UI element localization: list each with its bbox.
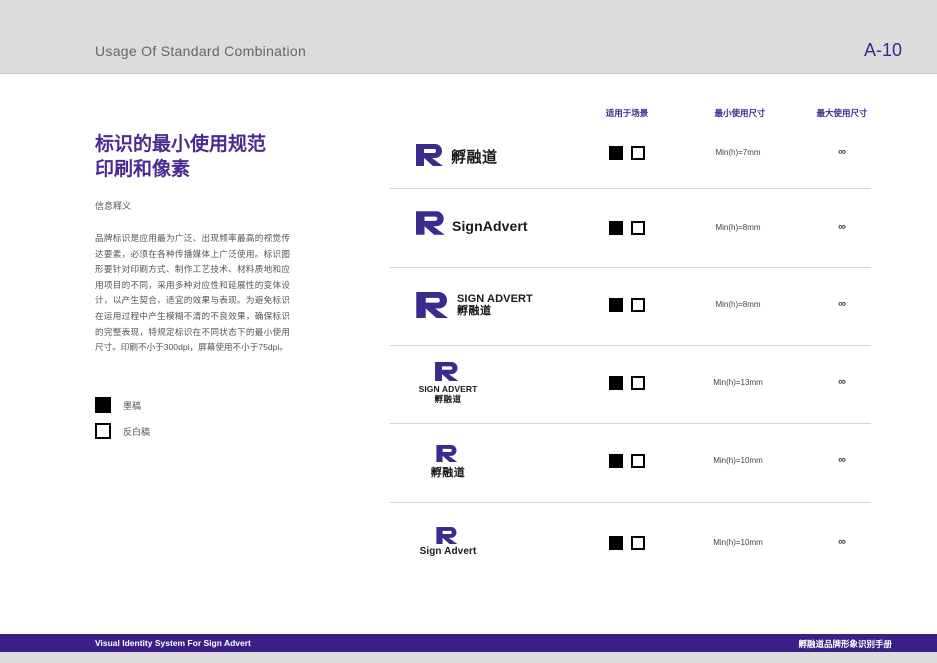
scene-indicator bbox=[609, 298, 645, 312]
description-text: 品牌标识是应用最为广泛、出现频率最高的视觉传达要素，必须在各种传播媒体上广泛使用… bbox=[95, 233, 290, 353]
brand-name-cn: 孵融道 bbox=[457, 305, 492, 317]
table-row: SIGN ADVERT 孵融道 Min(h)=13mm ∞ bbox=[390, 346, 871, 423]
min-size: Min(h)=7mm bbox=[715, 148, 761, 157]
min-size: Min(h)=13mm bbox=[713, 378, 763, 387]
page-number: A-10 bbox=[863, 40, 902, 60]
logo-vertical-cn: 孵融道 bbox=[418, 445, 478, 480]
outlined-square-icon bbox=[631, 146, 645, 160]
scene-indicator bbox=[609, 146, 645, 160]
table-row: SIGN ADVERT 孵融道 Min(h)=8mm ∞ bbox=[390, 268, 871, 346]
column-header-max-size: 最大使用尺寸 bbox=[816, 108, 868, 118]
footer-left-text: Visual Identity System For Sign Advert bbox=[95, 638, 251, 648]
table-row: 孵融道 Min(h)=10mm ∞ bbox=[390, 424, 871, 502]
min-size: Min(h)=8mm bbox=[715, 300, 761, 309]
footer-right-text: 孵融道品牌形象识别手册 bbox=[798, 639, 892, 649]
description-panel: 标识的最小使用规范 印刷和像素 信息释义 品牌标识是应用最为广泛、出现频率最高的… bbox=[95, 132, 290, 356]
logo-horizontal-cn: 孵融道 bbox=[416, 142, 498, 167]
table-row: 孵融道 Min(h)=7mm ∞ bbox=[390, 120, 871, 188]
page-footer: Visual Identity System For Sign Advert 孵… bbox=[0, 634, 937, 652]
min-size: Min(h)=8mm bbox=[715, 223, 761, 232]
max-size: ∞ bbox=[838, 376, 846, 388]
outlined-square-icon bbox=[631, 376, 645, 390]
page-section-title: Usage Of Standard Combination bbox=[95, 43, 307, 59]
scene-indicator bbox=[609, 376, 645, 390]
section-heading: 标识的最小使用规范 印刷和像素 bbox=[95, 132, 290, 182]
brand-name-cn: 孵融道 bbox=[451, 149, 498, 166]
legend: 墨稿 反白稿 bbox=[95, 396, 150, 448]
scene-indicator bbox=[609, 454, 645, 468]
min-size: Min(h)=10mm bbox=[713, 538, 763, 547]
brand-r-mark-icon bbox=[416, 143, 443, 166]
column-header-min-size: 最小使用尺寸 bbox=[714, 108, 766, 118]
brand-r-mark-icon bbox=[435, 362, 459, 381]
logo-horizontal-stacked: SIGN ADVERT 孵融道 bbox=[416, 292, 533, 318]
max-size: ∞ bbox=[838, 454, 846, 466]
brand-name-en: Sign Advert bbox=[419, 546, 477, 557]
outlined-square-icon bbox=[95, 423, 111, 439]
scene-indicator bbox=[609, 536, 645, 550]
footer-strip bbox=[0, 652, 937, 663]
brand-name-en-caps: SIGN ADVERT bbox=[457, 293, 533, 305]
brand-name-en: SignAdvert bbox=[452, 217, 528, 234]
brand-name-en-caps: SIGN ADVERT bbox=[418, 384, 478, 394]
table-row: Sign Advert Min(h)=10mm ∞ bbox=[390, 503, 871, 585]
filled-square-icon bbox=[609, 146, 623, 160]
column-header-scene: 适用于场景 bbox=[605, 108, 649, 118]
legend-item-reverse: 反白稿 bbox=[95, 422, 150, 440]
outlined-square-icon bbox=[631, 298, 645, 312]
legend-item-black: 墨稿 bbox=[95, 396, 150, 414]
max-size: ∞ bbox=[838, 298, 846, 310]
legend-label: 墨稿 bbox=[123, 400, 142, 411]
filled-square-icon bbox=[609, 221, 623, 235]
brand-r-mark-icon bbox=[416, 292, 449, 318]
brand-r-mark-icon bbox=[436, 445, 458, 462]
min-size: Min(h)=10mm bbox=[713, 456, 763, 465]
brand-name-cn: 孵融道 bbox=[430, 467, 466, 479]
heading-line-2: 印刷和像素 bbox=[95, 159, 191, 180]
subheading: 信息释义 bbox=[95, 201, 132, 211]
brand-r-mark-icon bbox=[436, 527, 458, 544]
page-header: Usage Of Standard Combination A-10 bbox=[0, 0, 937, 74]
heading-line-1: 标识的最小使用规范 bbox=[95, 134, 267, 155]
max-size: ∞ bbox=[838, 146, 846, 158]
table-row: SignAdvert Min(h)=8mm ∞ bbox=[390, 189, 871, 267]
max-size: ∞ bbox=[838, 221, 846, 233]
outlined-square-icon bbox=[631, 221, 645, 235]
logo-text-block: SIGN ADVERT 孵融道 bbox=[457, 293, 533, 317]
outlined-square-icon bbox=[631, 536, 645, 550]
brand-name-cn: 孵融道 bbox=[434, 394, 462, 404]
logo-horizontal-en: SignAdvert bbox=[416, 211, 528, 235]
outlined-square-icon bbox=[631, 454, 645, 468]
filled-square-icon bbox=[609, 536, 623, 550]
scene-indicator bbox=[609, 221, 645, 235]
logo-vertical-en: Sign Advert bbox=[414, 527, 482, 557]
legend-label: 反白稿 bbox=[123, 426, 151, 437]
filled-square-icon bbox=[609, 298, 623, 312]
brand-r-mark-icon bbox=[416, 211, 445, 235]
logo-vertical-full: SIGN ADVERT 孵融道 bbox=[416, 362, 480, 404]
max-size: ∞ bbox=[838, 536, 846, 548]
filled-square-icon bbox=[95, 397, 111, 413]
filled-square-icon bbox=[609, 454, 623, 468]
filled-square-icon bbox=[609, 376, 623, 390]
